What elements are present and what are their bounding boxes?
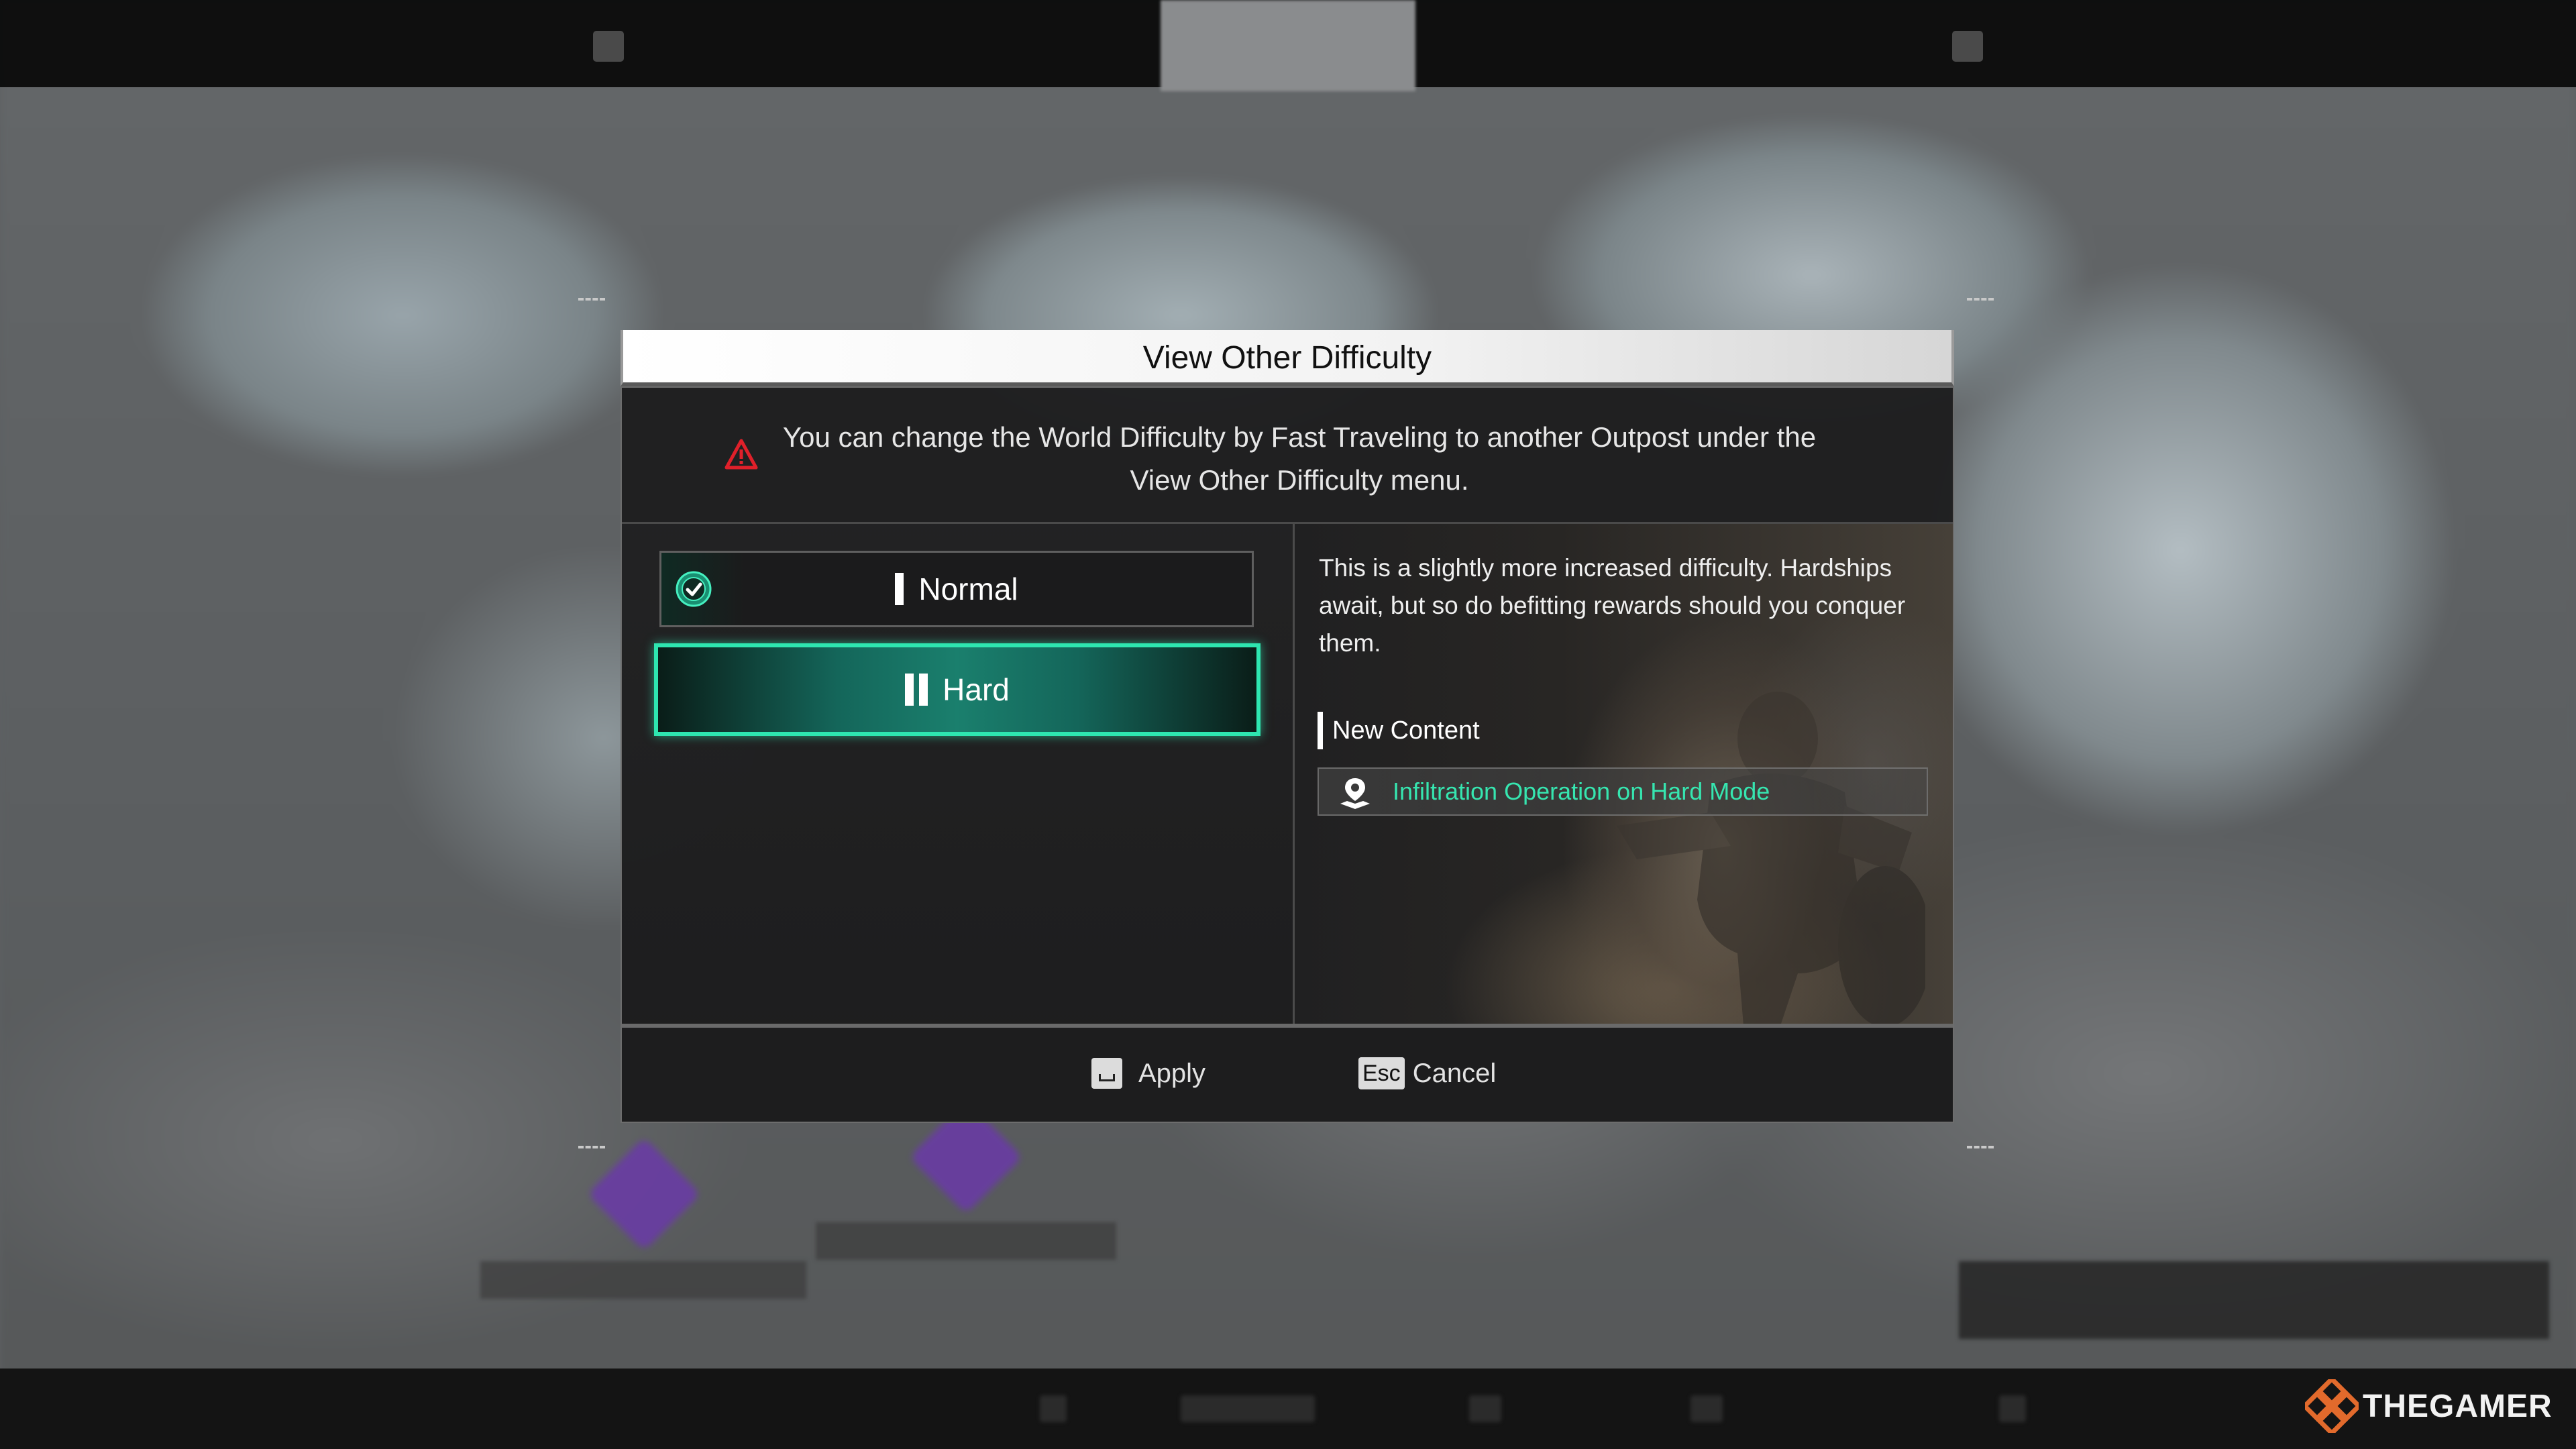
new-content-header: New Content (1318, 712, 1480, 749)
difficulty-option-normal[interactable]: Normal (659, 551, 1254, 627)
map-marker-label (480, 1261, 806, 1299)
difficulty-dialog: View Other Difficulty You can change the… (621, 330, 1954, 1123)
soldier-artwork (1617, 692, 1925, 1024)
world-difficulty-indicator (1959, 1261, 2549, 1339)
dialog-title-bar: View Other Difficulty (621, 330, 1954, 386)
difficulty-description: This is a slightly more increased diffic… (1319, 554, 1906, 657)
top-tab-blurred[interactable] (657, 0, 899, 87)
new-content-item[interactable]: Infiltration Operation on Hard Mode (1318, 767, 1928, 816)
top-tab-blurred[interactable] (912, 0, 1154, 87)
hint-key-icon (1690, 1395, 1723, 1422)
difficulty-option-normal-label: Normal (661, 553, 1252, 625)
difficulty-detail-panel: This is a slightly more increased diffic… (1295, 524, 1953, 1024)
map-pin-icon (1340, 778, 1370, 809)
difficulty-name: Hard (943, 672, 1010, 707)
warning-area: You can change the World Difficulty by F… (622, 388, 1953, 524)
corner-mark (1967, 298, 1994, 301)
dialog-footer: Apply Esc Cancel (622, 1024, 1953, 1122)
apply-button[interactable]: Apply (1091, 1053, 1205, 1093)
thegamer-logo-icon (2305, 1379, 2359, 1433)
cancel-label: Cancel (1412, 1058, 1497, 1088)
new-content-item-label: Infiltration Operation on Hard Mode (1393, 777, 1770, 805)
hint-key-icon (1469, 1395, 1501, 1422)
tier-2-icon (905, 674, 928, 706)
corner-mark (578, 1146, 605, 1148)
difficulty-option-hard[interactable]: Hard (654, 643, 1260, 736)
warning-icon (724, 439, 758, 470)
warning-message: You can change the World Difficulty by F… (782, 421, 1817, 496)
next-tab-key-icon (1952, 31, 1983, 62)
difficulty-options-list: Normal Hard (622, 524, 1295, 1024)
hint-key-icon (1999, 1395, 2026, 1422)
top-tab-blurred[interactable] (1677, 0, 1919, 87)
thegamer-watermark: THEGAMER (2305, 1379, 2553, 1433)
corner-mark (578, 298, 605, 301)
cancel-button[interactable]: Esc Cancel (1358, 1053, 1496, 1093)
map-marker-label (816, 1222, 1116, 1260)
dialog-body: You can change the World Difficulty by F… (621, 386, 1954, 1123)
watermark-text: THEGAMER (2363, 1388, 2553, 1424)
esc-key-icon: Esc (1358, 1057, 1405, 1089)
spacebar-key-icon (1091, 1058, 1122, 1089)
hint-key-icon (1181, 1395, 1315, 1422)
top-tab-blurred[interactable] (1422, 0, 1664, 87)
dialog-title: View Other Difficulty (1142, 340, 1432, 376)
corner-mark (1967, 1146, 1994, 1148)
top-navigation-bar (0, 0, 2576, 91)
top-tab-active[interactable] (1161, 0, 1415, 91)
tier-1-icon (895, 573, 904, 605)
hint-key-icon (1040, 1395, 1067, 1422)
apply-label: Apply (1138, 1058, 1206, 1088)
difficulty-option-hard-label: Hard (658, 647, 1256, 732)
prev-tab-key-icon (593, 31, 624, 62)
difficulty-name: Normal (918, 572, 1018, 606)
